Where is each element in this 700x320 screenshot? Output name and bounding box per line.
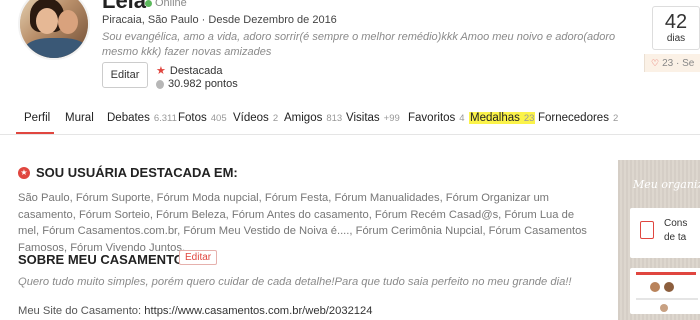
featured-heading: ★ SOU USUÁRIA DESTACADA EM: bbox=[18, 165, 238, 180]
tab-label: Amigos bbox=[284, 112, 323, 124]
promo-title: Meu organiz bbox=[633, 178, 700, 191]
tab-favoritos[interactable]: Favoritos 4 bbox=[408, 112, 465, 124]
tab-label: Medalhas bbox=[470, 112, 520, 124]
points: 30.982 pontos bbox=[156, 78, 238, 90]
countdown-unit: dias bbox=[666, 33, 686, 44]
featured-forums: São Paulo, Fórum Suporte, Fórum Moda nup… bbox=[18, 192, 587, 254]
tab-mural[interactable]: Mural bbox=[65, 112, 94, 124]
profile-bio: Sou evangélica, amo a vida, adoro sorrir… bbox=[102, 31, 616, 58]
tab-label: Favoritos bbox=[408, 112, 456, 124]
wedding-site: Meu Site do Casamento: https://www.casam… bbox=[18, 305, 372, 317]
promo-line: de ta bbox=[664, 232, 687, 243]
online-status: Online bbox=[145, 0, 187, 9]
wedding-countdown: 42 dias bbox=[652, 6, 700, 50]
tab-count: +99 bbox=[383, 113, 400, 124]
promo-preview bbox=[630, 268, 700, 314]
promo-card[interactable]: Cons de ta bbox=[630, 208, 700, 258]
tab-count: 2 bbox=[272, 113, 279, 124]
tab-label: Debates bbox=[107, 112, 150, 124]
tab-medalhas[interactable]: Medalhas 23 bbox=[469, 112, 536, 124]
tab-count: 2 bbox=[612, 113, 619, 124]
profile-location: Piracaia, São Paulo · Desde Dezembro de … bbox=[102, 14, 337, 26]
active-tab-indicator bbox=[16, 132, 54, 134]
featured-badge-label: Destacada bbox=[169, 64, 223, 77]
tab-perfil[interactable]: Perfil bbox=[24, 112, 50, 124]
wedding-date-label: 23 · Se bbox=[662, 57, 695, 69]
tab-debates[interactable]: Debates 6.311 bbox=[107, 112, 177, 124]
edit-wedding-button[interactable]: Editar bbox=[179, 250, 218, 265]
tab-count: 405 bbox=[210, 113, 227, 124]
online-label: Online bbox=[155, 0, 187, 9]
profile-tabs: Perfil Mural Debates 6.311 Fotos 405 Vídeo… bbox=[0, 106, 700, 135]
tab-videos[interactable]: Vídeos 2 bbox=[233, 112, 278, 124]
wedding-quote: Quero tudo muito simples, porém quero cu… bbox=[18, 276, 572, 288]
tab-label: Perfil bbox=[24, 112, 51, 124]
tab-label: Fornecedores bbox=[538, 112, 609, 124]
tab-count: 813 bbox=[326, 113, 343, 124]
star-icon: ★ bbox=[156, 65, 166, 77]
featured-heading-text: SOU USUÁRIA DESTACADA EM: bbox=[36, 165, 238, 180]
star-badge-icon: ★ bbox=[18, 166, 30, 179]
tab-count: 4 bbox=[459, 113, 465, 124]
edit-profile-button[interactable]: Editar bbox=[102, 62, 148, 88]
avatar bbox=[664, 282, 674, 292]
tab-visitas[interactable]: Visitas +99 bbox=[346, 112, 400, 124]
wedding-site-label: Meu Site do Casamento: bbox=[18, 305, 142, 317]
points-label: 30.982 pontos bbox=[168, 78, 238, 90]
wedding-site-link[interactable]: https://www.casamentos.com.br/web/203212… bbox=[144, 305, 372, 317]
tab-label: Mural bbox=[65, 112, 94, 124]
checklist-icon bbox=[640, 221, 654, 239]
tab-count: 23 bbox=[523, 113, 535, 124]
tab-fornecedores[interactable]: Fornecedores 2 bbox=[538, 112, 618, 124]
coin-icon bbox=[156, 79, 164, 89]
tab-highlight: Medalhas 23 bbox=[469, 112, 536, 124]
tab-count: 6.311 bbox=[153, 113, 177, 124]
avatar bbox=[650, 282, 660, 292]
tab-label: Fotos bbox=[178, 112, 207, 124]
promo-line: Cons bbox=[664, 218, 688, 229]
heart-icon: ♡ bbox=[651, 57, 660, 68]
tab-label: Vídeos bbox=[233, 112, 269, 124]
tab-fotos[interactable]: Fotos 405 bbox=[178, 112, 227, 124]
featured-badge: ★ Destacada bbox=[156, 64, 223, 78]
wedding-date: ♡ 23 · Se bbox=[644, 54, 700, 72]
avatar[interactable] bbox=[18, 0, 90, 60]
profile-name: Leia bbox=[102, 0, 147, 13]
tab-label: Visitas bbox=[346, 112, 380, 124]
avatar bbox=[660, 304, 668, 312]
tab-amigos[interactable]: Amigos 813 bbox=[284, 112, 342, 124]
organizer-promo[interactable]: Meu organiz Cons de ta bbox=[618, 160, 700, 320]
wedding-heading: SOBRE MEU CASAMENTO bbox=[18, 252, 184, 267]
online-dot-icon bbox=[145, 0, 152, 7]
countdown-number: 42 bbox=[664, 11, 688, 33]
